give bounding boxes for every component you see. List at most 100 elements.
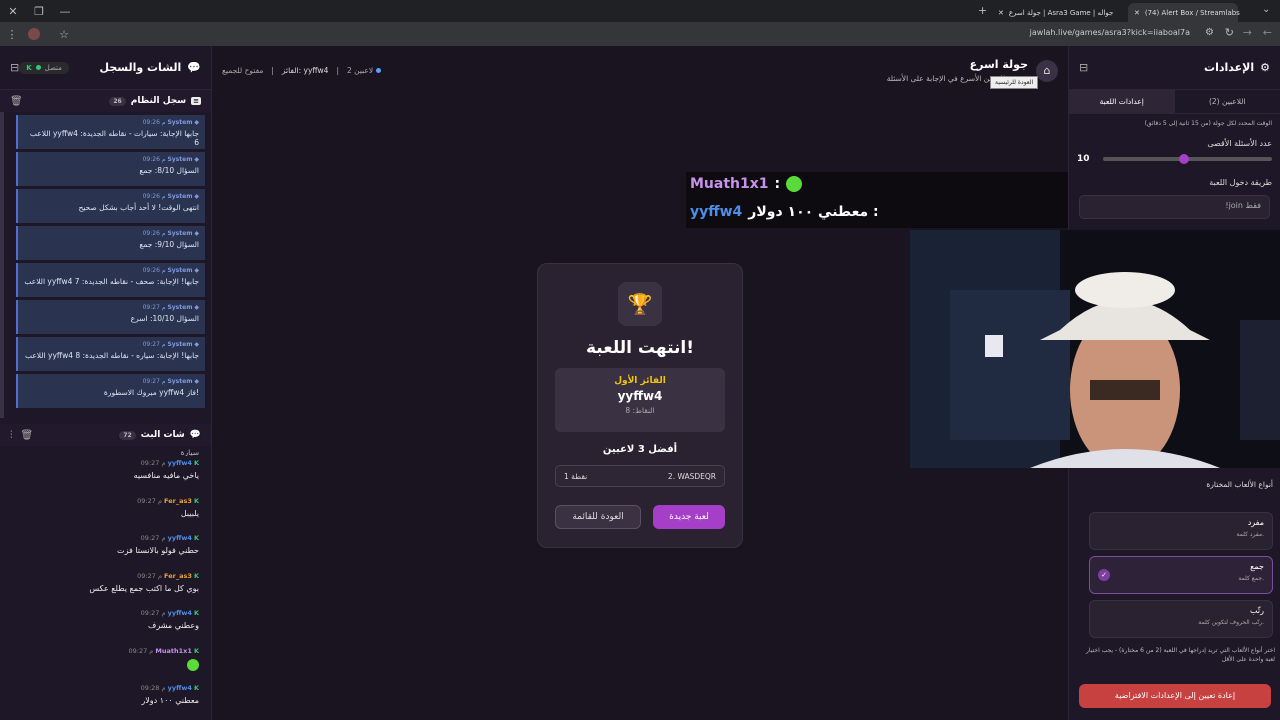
- players-count: 2 لاعبين: [347, 66, 374, 75]
- game-type-option[interactable]: رتّب رتّب الحروف لتكوين كلمة.: [1089, 600, 1273, 638]
- url-text[interactable]: jawlah.live/games/asra3?kick=iiaboal7a: [1030, 28, 1190, 37]
- log-time: 09:26 م: [142, 156, 166, 163]
- system-log-item: 09:26 م System ◆ السؤال 9/10: جمع: [16, 226, 205, 260]
- kick-icon: K: [193, 534, 199, 542]
- log-message: السؤال 10/10: اسرع: [130, 314, 199, 323]
- system-icon: ◆: [194, 378, 199, 385]
- tab-close-icon[interactable]: ✕: [1134, 9, 1140, 17]
- system-log-list[interactable]: 09:26 م System ◆ اللاعب yyffw4 جابها الإج…: [0, 112, 211, 418]
- settings-title: الإعدادات: [1204, 61, 1255, 74]
- chat-user[interactable]: yyffw4: [168, 459, 192, 467]
- chat-text: حطني فولو بالانستا فزت: [117, 546, 199, 555]
- game-type-desc: جمع كلمة.: [1238, 575, 1264, 582]
- kick-icon: K: [193, 496, 199, 505]
- chat-meta: 09:27 م Muath1x1 K: [12, 647, 199, 655]
- top3-points: 1 نقطة: [564, 471, 588, 481]
- system-log-item: 09:26 م System ◆ اللاعب yyffw4 جابها! الإ…: [16, 263, 205, 297]
- log-meta: 09:26 م System ◆: [24, 267, 199, 274]
- chat-user[interactable]: yyffw4: [168, 609, 192, 617]
- check-icon: ✓: [1098, 569, 1110, 581]
- log-icon: ≡: [191, 97, 201, 105]
- tab-search-icon[interactable]: ⌄: [1262, 4, 1270, 15]
- log-time: 09:26 م: [142, 193, 166, 200]
- system-log-item: 09:27 م System ◆ السؤال 10/10: اسرع: [16, 300, 205, 334]
- time-hint: الوقت المحدد لكل جولة (من 15 ثانية إلى 5…: [1144, 120, 1272, 127]
- back-arrow-icon[interactable]: →: [1243, 26, 1252, 39]
- slider-handle[interactable]: [1179, 154, 1190, 164]
- tab-streamlabs[interactable]: ✕ (74) Alert Box / Streamlabs: [1128, 3, 1240, 22]
- log-meta: 09:26 م System ◆: [24, 156, 199, 163]
- site-settings-icon[interactable]: ⚙: [1205, 27, 1214, 38]
- extensions-menu-icon[interactable]: ⋮: [0, 28, 24, 41]
- tab-close-icon[interactable]: ✕: [998, 9, 1004, 17]
- address-bar: ⋮ ☆ jawlah.live/games/asra3?kick=iiaboal…: [0, 22, 1280, 46]
- restore-window-icon[interactable]: ❐: [26, 5, 52, 18]
- log-sender: System: [167, 156, 193, 163]
- system-icon: ◆: [194, 341, 199, 348]
- chat-time: 09:27 م: [140, 534, 166, 542]
- log-sender: System: [167, 119, 193, 126]
- game-type-option[interactable]: مفرد مفرد كلمة.: [1089, 512, 1273, 550]
- chat-panel-title-text: الشات والسجل: [99, 61, 182, 74]
- game-type-option[interactable]: جمع جمع كلمة. ✓: [1089, 556, 1273, 594]
- bookmark-star-icon[interactable]: ☆: [52, 28, 76, 41]
- log-message: اللاعب yyffw4 جابها! الإجابة: سياره - نق…: [24, 351, 199, 360]
- back-to-menu-button[interactable]: العودة للقائمة: [555, 505, 641, 529]
- forward-arrow-icon[interactable]: ←: [1263, 26, 1272, 39]
- chat-meta: 09:27 م yyffw4 K: [12, 534, 199, 542]
- tab-title: (74) Alert Box / Streamlabs: [1144, 8, 1240, 17]
- join-method-field[interactable]: !join فقط: [1079, 195, 1270, 219]
- game-types-title: أنواع الألعاب المختارة: [1206, 480, 1273, 489]
- kick-icon: K: [193, 459, 199, 467]
- profile-avatar[interactable]: [28, 28, 40, 40]
- chat-user[interactable]: Fer_as3: [164, 497, 192, 505]
- new-tab-icon[interactable]: +: [978, 4, 987, 17]
- tab-asra3-game[interactable]: ✕ جولة اسرع | Asra3 Game | جواله: [992, 3, 1122, 22]
- collapse-settings-icon[interactable]: ⊟: [1079, 61, 1088, 74]
- chat-user[interactable]: yyffw4: [168, 684, 192, 692]
- close-window-icon[interactable]: ✕: [0, 5, 26, 18]
- kick-icon: K: [26, 63, 32, 72]
- home-button[interactable]: ⌂: [1036, 60, 1058, 82]
- chat-text: وعطني مشرف: [148, 621, 199, 630]
- log-time: 09:27 م: [142, 378, 166, 385]
- chat-bubble-icon: 💬: [189, 430, 201, 440]
- chat-user[interactable]: Muath1x1: [155, 647, 191, 655]
- chat-user[interactable]: yyffw4: [168, 534, 192, 542]
- log-sender: System: [167, 193, 193, 200]
- tab-game-settings[interactable]: إعدادات اللعبة: [1069, 90, 1175, 113]
- filter-icon[interactable]: ⫶: [10, 430, 13, 441]
- collapse-panel-icon[interactable]: ⊟: [10, 61, 19, 74]
- log-sender: System: [167, 378, 193, 385]
- tab-players[interactable]: اللاعبين (2): [1175, 90, 1280, 113]
- top3-player: 2. WASDEQR: [667, 471, 716, 481]
- log-message: السؤال 8/10: جمع: [139, 166, 199, 175]
- browser-tab-bar: ✕ ❐ — + ✕ جولة اسرع | Asra3 Game | جواله…: [0, 0, 1280, 22]
- new-game-button[interactable]: لعبة جديدة: [653, 505, 725, 529]
- chat-message: 09:27 م yyffw4 K ياخي مافيه منافسيه: [0, 456, 211, 494]
- chat-user[interactable]: Fer_as3: [164, 572, 192, 580]
- max-questions-slider[interactable]: [1103, 154, 1272, 164]
- overlay-user-2: yyffw4: [690, 204, 743, 220]
- status-text: متصل: [44, 63, 62, 72]
- tab-title: جولة اسرع | Asra3 Game | جواله: [1008, 8, 1114, 17]
- game-type-name: جمع: [1250, 562, 1264, 571]
- live-chat-list[interactable]: 09:27 م yyffw4 K ياخي مافيه منافسيه 09:27 …: [0, 456, 211, 718]
- chat-panel-title: الشات والسجل 💬: [100, 61, 202, 74]
- chat-message: 09:27 م Fer_as3 K بوي كل ما اكتب جمع يطلع…: [0, 569, 211, 607]
- system-log-count: 26: [109, 96, 126, 106]
- game-over-card: 🏆 انتهت اللعبة! الفائز الأول yyffw4 النق…: [537, 263, 743, 548]
- chat-time: 09:28 م: [140, 684, 166, 692]
- clear-chat-icon[interactable]: 🗑: [21, 430, 34, 441]
- reset-defaults-button[interactable]: إعادة تعيين إلى الإعدادات الافتراضية: [1079, 684, 1271, 708]
- chat-meta: 09:27 م yyffw4 K: [12, 459, 199, 467]
- chat-time: 09:27 م: [137, 496, 162, 505]
- game-type-name: مفرد: [1247, 518, 1264, 527]
- minimize-window-icon[interactable]: —: [52, 5, 78, 18]
- kick-icon: K: [193, 646, 199, 655]
- log-sender: System: [167, 230, 193, 237]
- settings-header: ⊟ الإعدادات ⚙: [1069, 46, 1280, 90]
- clear-log-icon[interactable]: 🗑: [10, 96, 23, 107]
- reload-icon[interactable]: ↻: [1225, 26, 1234, 39]
- log-message: مبروك الاسطورة yyffw4 فاز!: [103, 388, 199, 397]
